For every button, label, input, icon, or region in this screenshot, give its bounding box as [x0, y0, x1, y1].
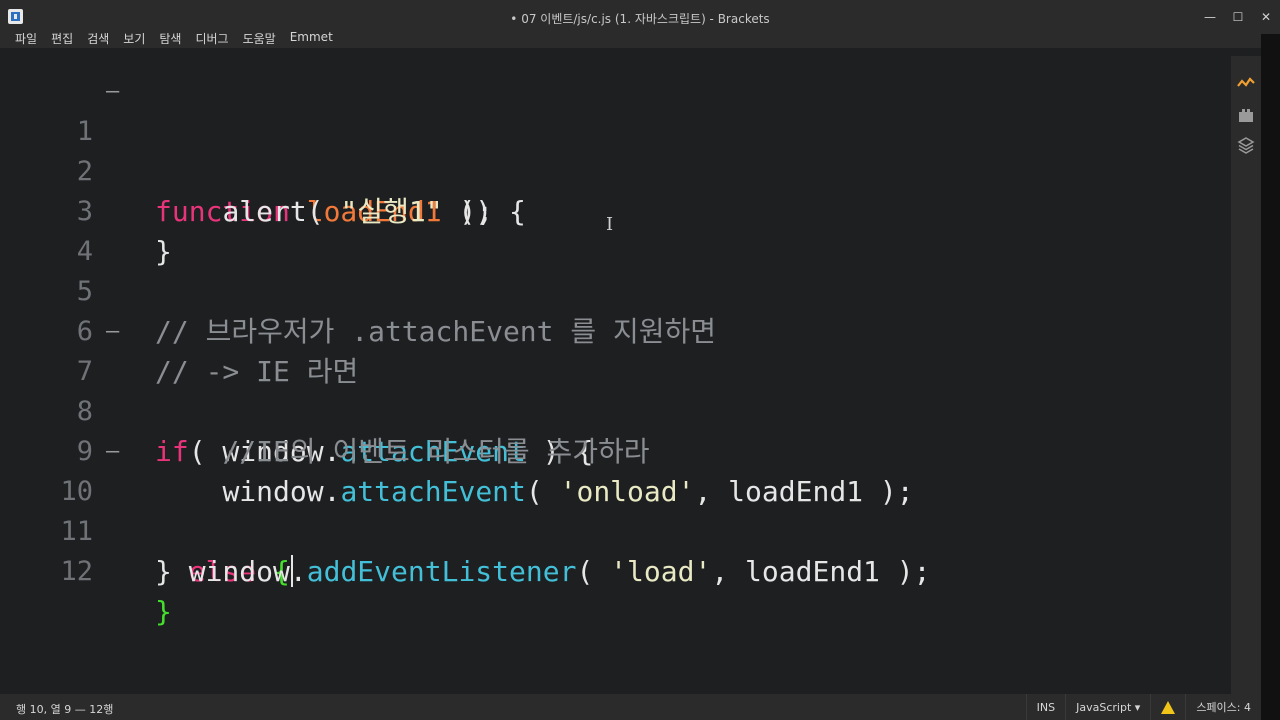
menu-navigate[interactable]: 탐색 — [152, 26, 188, 48]
code-line[interactable]: 8 //IE의 이벤트 리스터를 추가하라 — [8, 352, 1230, 468]
code-text: ( — [576, 555, 611, 588]
menu-emmet[interactable]: Emmet — [283, 26, 340, 48]
fold-marker[interactable]: — — [106, 72, 119, 112]
property-token: addEventListener — [306, 555, 577, 588]
string-token: 'load' — [610, 555, 712, 588]
insert-mode-toggle[interactable]: INS — [1025, 694, 1065, 720]
linter-status[interactable] — [1150, 694, 1185, 720]
right-toolbar — [1231, 56, 1261, 694]
code-line[interactable]: 12 } — [8, 512, 1230, 628]
menu-find[interactable]: 검색 — [80, 26, 116, 48]
code-line[interactable]: 9 window.attachEvent( 'onload', loadEnd1… — [8, 392, 1230, 508]
fold-marker[interactable]: — — [106, 432, 119, 472]
menu-help[interactable]: 도움말 — [236, 26, 283, 48]
extension-manager-icon[interactable] — [1237, 106, 1255, 124]
code-line[interactable]: 3 } — [8, 152, 1230, 268]
menu-bar: 파일 편집 검색 보기 탐색 디버그 도움말 Emmet — [0, 26, 1280, 48]
code-line[interactable]: 5 // 브라우저가 .attachEvent 를 지원하면 — [8, 232, 1230, 348]
window-title: • 07 이벤트/js/c.js (1. 자바스크립트) - Brackets — [510, 12, 770, 26]
line-number: 12 — [60, 556, 93, 587]
scrollbar-track[interactable] — [1261, 34, 1280, 720]
live-preview-icon[interactable] — [1237, 74, 1255, 92]
status-bar: 행 10, 열 9 — 12행 INS JavaScript ▾ 스페이스: 4 — [0, 694, 1261, 720]
menu-file[interactable]: 파일 — [8, 26, 44, 48]
warning-icon — [1161, 700, 1176, 714]
code-line[interactable]: 4 — [8, 192, 1230, 267]
language-select[interactable]: JavaScript ▾ — [1065, 694, 1150, 720]
code-line[interactable]: 10 — } else { — [8, 432, 1230, 588]
menu-edit[interactable]: 편집 — [44, 26, 80, 48]
code-line[interactable]: 1 — function loadEnd1 () { — [8, 72, 1230, 228]
code-text: , loadEnd1 ); — [711, 555, 931, 588]
code-editor[interactable]: 1 — function loadEnd1 () { 2 alert( "실행1… — [8, 56, 1230, 694]
menu-view[interactable]: 보기 — [116, 26, 152, 48]
code-line[interactable]: 2 alert( "실행1" ); — [8, 112, 1230, 228]
mouse-ibeam-icon: I — [606, 214, 614, 235]
code-line[interactable]: 7 — if( window.attachEvent ) { — [8, 312, 1230, 468]
menu-debug[interactable]: 디버그 — [188, 26, 235, 48]
code-text: window. — [188, 555, 307, 588]
cursor-position[interactable]: 행 10, 열 9 — 12행 — [16, 701, 113, 717]
matched-brace-token: } — [155, 595, 172, 628]
fold-marker[interactable]: — — [106, 312, 119, 352]
code-line[interactable]: 11 window.addEventListener( 'load', load… — [8, 472, 1230, 588]
code-line[interactable]: 6 // -> IE 라면 — [8, 272, 1230, 388]
layers-icon[interactable] — [1237, 136, 1255, 154]
indent-spaces[interactable]: 스페이스: 4 — [1185, 694, 1261, 720]
